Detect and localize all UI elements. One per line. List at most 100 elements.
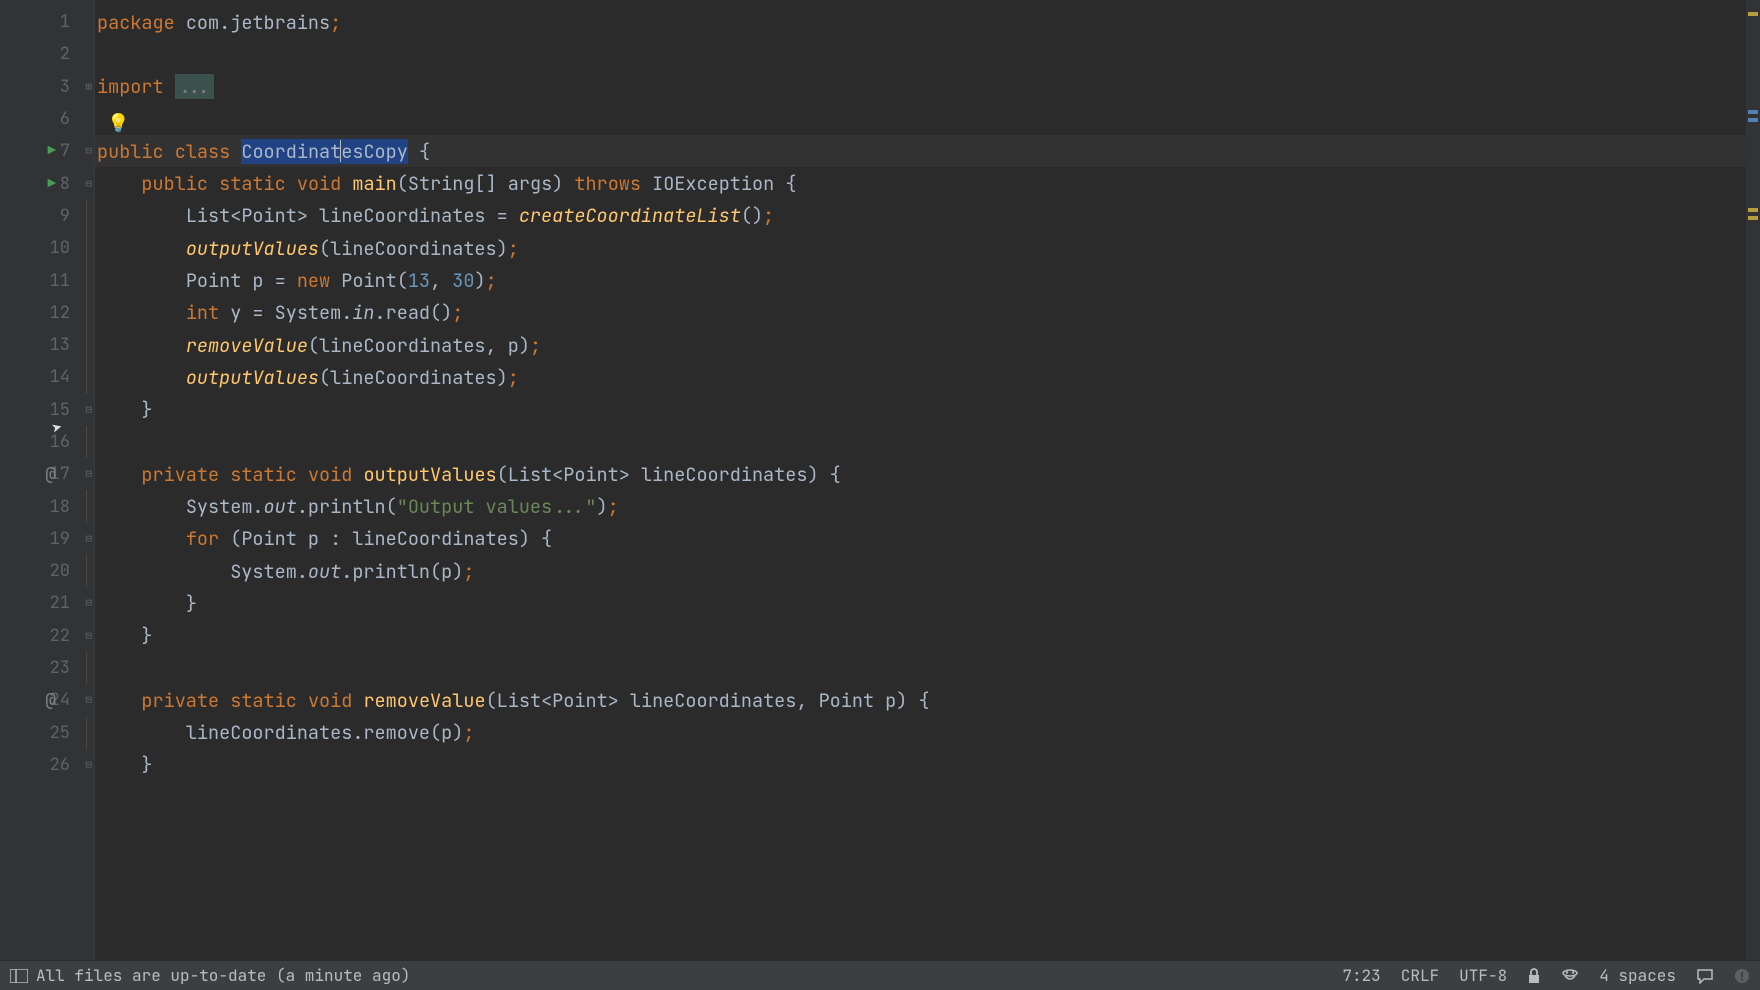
- editor-area: 1 2 3⊞ 6 ▶7⊟ ▶8⊟ 9 10 11 12 13 14 15⊟ 16…: [0, 0, 1760, 960]
- gutter-row[interactable]: @24⊟: [0, 684, 94, 716]
- line-number: 21: [40, 592, 70, 614]
- line-number: 20: [40, 560, 70, 582]
- scroll-mark-info[interactable]: [1748, 118, 1758, 122]
- code-line[interactable]: Point p = new Point(13, 30);: [95, 264, 1760, 296]
- gutter-row[interactable]: 9: [0, 200, 94, 232]
- scroll-mark-info[interactable]: [1748, 110, 1758, 114]
- intention-bulb-icon[interactable]: 💡: [107, 112, 129, 135]
- code-line[interactable]: int y = System.in.read();: [95, 297, 1760, 329]
- override-icon[interactable]: @: [45, 463, 56, 486]
- fold-expand-icon[interactable]: ⊞: [85, 80, 92, 94]
- gutter-row[interactable]: 13: [0, 329, 94, 361]
- scroll-mark-warn[interactable]: [1748, 208, 1758, 212]
- indent-setting[interactable]: 4 spaces: [1599, 965, 1676, 986]
- code-line[interactable]: }: [95, 749, 1760, 781]
- run-icon[interactable]: ▶: [48, 142, 56, 160]
- line-number: 23: [40, 657, 70, 679]
- gutter-row[interactable]: 11: [0, 264, 94, 296]
- line-number: 12: [40, 302, 70, 324]
- code-line[interactable]: outputValues(lineCoordinates);: [95, 361, 1760, 393]
- gutter-row[interactable]: 1: [0, 6, 94, 38]
- gutter-row[interactable]: 10: [0, 232, 94, 264]
- gutter-row[interactable]: 21 ⊟: [0, 587, 94, 619]
- code-line[interactable]: removeValue(lineCoordinates, p);: [95, 329, 1760, 361]
- code-line[interactable]: for (Point p : lineCoordinates) {: [95, 523, 1760, 555]
- fold-collapse-icon[interactable]: ⊟: [85, 144, 92, 158]
- line-number: 6: [40, 108, 70, 130]
- fold-close-icon[interactable]: ⊟: [85, 629, 92, 643]
- gutter: 1 2 3⊞ 6 ▶7⊟ ▶8⊟ 9 10 11 12 13 14 15⊟ 16…: [0, 0, 95, 960]
- encoding[interactable]: UTF-8: [1459, 965, 1507, 986]
- status-message: All files are up-to-date (a minute ago): [36, 965, 410, 986]
- line-number: 15: [40, 399, 70, 421]
- code-line[interactable]: List<Point> lineCoordinates = createCoor…: [95, 200, 1760, 232]
- fold-close-icon[interactable]: ⊟: [85, 758, 92, 772]
- gutter-row[interactable]: 14: [0, 361, 94, 393]
- tool-window-icon[interactable]: [10, 969, 28, 983]
- override-icon[interactable]: @: [45, 689, 56, 712]
- gutter-row[interactable]: ▶8⊟: [0, 167, 94, 199]
- gutter-row[interactable]: 25: [0, 717, 94, 749]
- code-line[interactable]: System.out.println("Output values...");: [95, 490, 1760, 522]
- code-line[interactable]: [95, 426, 1760, 458]
- fold-collapse-icon[interactable]: ⊟: [85, 532, 92, 546]
- line-number: 14: [40, 366, 70, 388]
- code-line[interactable]: }: [95, 620, 1760, 652]
- line-separator[interactable]: CRLF: [1401, 965, 1439, 986]
- gutter-row[interactable]: 16: [0, 426, 94, 458]
- line-number: 2: [40, 43, 70, 65]
- code-line[interactable]: import ...: [95, 71, 1760, 103]
- code-line[interactable]: [95, 652, 1760, 684]
- code-line[interactable]: }: [95, 587, 1760, 619]
- fold-close-icon[interactable]: ⊟: [85, 403, 92, 417]
- lock-icon[interactable]: [1527, 968, 1541, 984]
- code-line[interactable]: [95, 38, 1760, 70]
- status-bar: All files are up-to-date (a minute ago) …: [0, 960, 1760, 990]
- line-number: 22: [40, 625, 70, 647]
- code-line[interactable]: public static void main(String[] args) t…: [95, 167, 1760, 199]
- run-icon[interactable]: ▶: [48, 175, 56, 193]
- code-line[interactable]: System.out.println(p);: [95, 555, 1760, 587]
- line-number: 3: [40, 76, 70, 98]
- line-number: 19: [40, 528, 70, 550]
- gutter-row[interactable]: 15 ⊟: [0, 394, 94, 426]
- gutter-row[interactable]: 19 ⊟: [0, 523, 94, 555]
- code-line[interactable]: }: [95, 394, 1760, 426]
- gutter-row[interactable]: 23: [0, 652, 94, 684]
- line-number: 11: [40, 270, 70, 292]
- gutter-row[interactable]: 2: [0, 38, 94, 70]
- code-line[interactable]: private static void outputValues(List<Po…: [95, 458, 1760, 490]
- fold-collapse-icon[interactable]: ⊟: [85, 177, 92, 191]
- code-line[interactable]: [95, 103, 1760, 135]
- scroll-mark-warn[interactable]: [1748, 12, 1758, 16]
- code-line[interactable]: lineCoordinates.remove(p);: [95, 717, 1760, 749]
- cursor-position[interactable]: 7:23: [1342, 965, 1380, 986]
- folded-region[interactable]: ...: [175, 74, 214, 99]
- code-line-current[interactable]: public class CoordinatesCopy {: [95, 135, 1760, 167]
- gutter-row[interactable]: 26⊟: [0, 749, 94, 781]
- line-number: 18: [40, 496, 70, 518]
- chat-icon[interactable]: [1696, 968, 1714, 984]
- gutter-row[interactable]: 22 ⊟: [0, 620, 94, 652]
- code-line[interactable]: package com.jetbrains;: [95, 6, 1760, 38]
- line-number: 10: [40, 237, 70, 259]
- scrollbar-marks[interactable]: [1746, 0, 1760, 960]
- line-number: 16: [40, 431, 70, 453]
- gutter-row[interactable]: 3⊞: [0, 71, 94, 103]
- code-line[interactable]: private static void removeValue(List<Poi…: [95, 684, 1760, 716]
- gutter-row[interactable]: 18: [0, 490, 94, 522]
- inspector-icon[interactable]: [1561, 968, 1579, 984]
- code-area[interactable]: 💡 package com.jetbrains; import ... publ…: [95, 0, 1760, 960]
- gutter-row[interactable]: 12: [0, 297, 94, 329]
- fold-collapse-icon[interactable]: ⊟: [85, 693, 92, 707]
- gutter-row[interactable]: @17⊟: [0, 458, 94, 490]
- line-number: 9: [40, 205, 70, 227]
- gutter-row[interactable]: 20: [0, 555, 94, 587]
- gutter-row[interactable]: ▶7⊟: [0, 135, 94, 167]
- scroll-mark-warn[interactable]: [1748, 216, 1758, 220]
- code-line[interactable]: outputValues(lineCoordinates);: [95, 232, 1760, 264]
- fold-collapse-icon[interactable]: ⊟: [85, 467, 92, 481]
- problems-icon[interactable]: [1734, 968, 1750, 984]
- gutter-row[interactable]: 6: [0, 103, 94, 135]
- fold-close-icon[interactable]: ⊟: [85, 596, 92, 610]
